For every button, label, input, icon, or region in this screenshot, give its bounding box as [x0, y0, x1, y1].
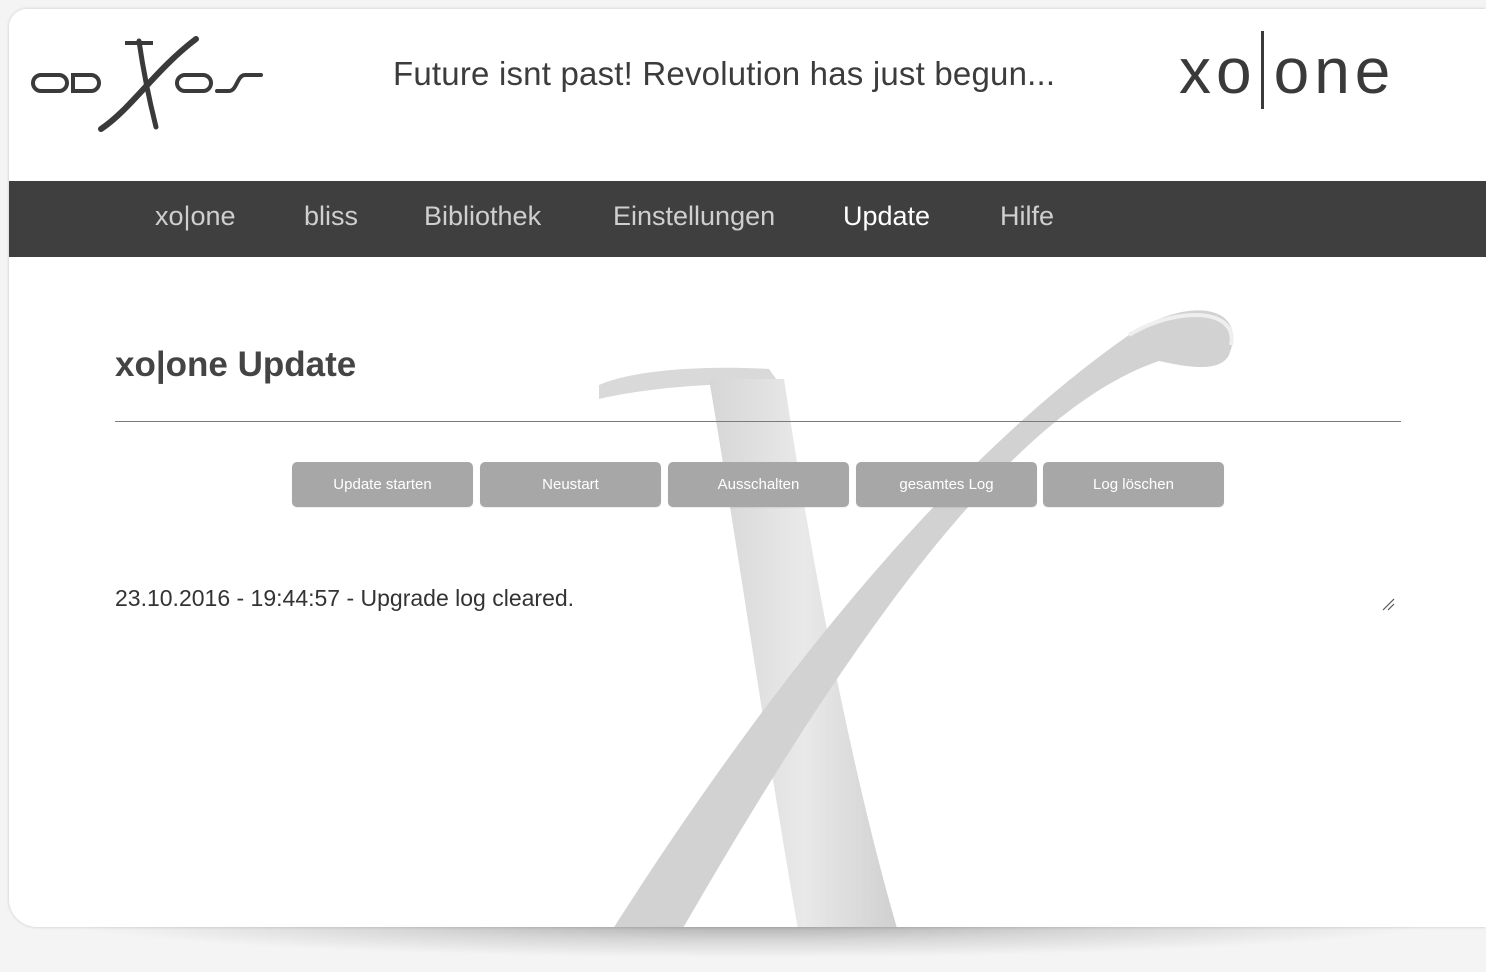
update-start-button[interactable]: Update starten [292, 462, 473, 507]
nav-item-bibliothek[interactable]: Bibliothek [424, 201, 541, 232]
restart-button[interactable]: Neustart [480, 462, 661, 507]
nav-item-bliss[interactable]: bliss [304, 201, 358, 232]
nav-item-xoone[interactable]: xo|one [155, 201, 236, 232]
brand-right: one [1273, 35, 1396, 107]
log-textarea[interactable]: 23.10.2016 - 19:44:57 - Upgrade log clea… [115, 575, 1395, 619]
brand-left: xo [1179, 35, 1257, 107]
nav-item-einstellungen[interactable]: Einstellungen [613, 201, 775, 232]
resize-grip-icon[interactable] [1381, 597, 1395, 611]
odxos-logo-icon [31, 36, 263, 132]
title-divider [115, 421, 1401, 422]
brand-logo: xo one [1179, 31, 1395, 109]
page-title: xo|one Update [115, 345, 357, 384]
main-content: xo|one Update Update starten Neustart Au… [9, 257, 1486, 927]
brand-separator [1260, 31, 1264, 109]
nav-item-update[interactable]: Update [843, 201, 930, 232]
tagline: Future isnt past! Revolution has just be… [393, 55, 1056, 92]
log-entry: 23.10.2016 - 19:44:57 - Upgrade log clea… [115, 585, 575, 611]
nav-item-hilfe[interactable]: Hilfe [1000, 201, 1054, 232]
shutdown-button[interactable]: Ausschalten [668, 462, 849, 507]
app-window: Future isnt past! Revolution has just be… [9, 9, 1486, 927]
full-log-button[interactable]: gesamtes Log [856, 462, 1037, 507]
clear-log-button[interactable]: Log löschen [1043, 462, 1224, 507]
header: Future isnt past! Revolution has just be… [9, 9, 1486, 181]
main-nav: xo|one bliss Bibliothek Einstellungen Up… [9, 181, 1486, 257]
